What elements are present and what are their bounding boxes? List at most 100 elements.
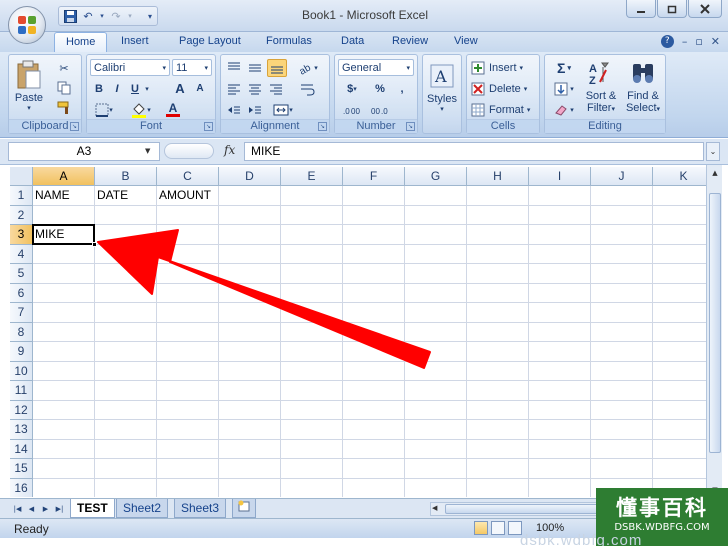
copy-icon[interactable]: [55, 79, 73, 97]
clipboard-launcher-icon[interactable]: ↘: [70, 122, 79, 131]
name-box[interactable]: A3: [8, 142, 160, 161]
redo-icon[interactable]: ↷: [108, 8, 124, 24]
sort-filter-button[interactable]: AZ Sort & Filter▾: [581, 57, 621, 119]
orientation-button[interactable]: ab ▾: [293, 59, 323, 77]
grow-font-button[interactable]: A: [171, 80, 189, 97]
row-header-7[interactable]: 7: [10, 303, 33, 323]
insert-sheet-button[interactable]: [232, 499, 256, 518]
tab-home[interactable]: Home: [54, 32, 108, 53]
fill-color-button[interactable]: ▾: [127, 101, 155, 118]
sheet-tab-sheet3[interactable]: Sheet3: [174, 499, 227, 518]
column-header-a[interactable]: A: [33, 167, 95, 186]
increase-decimal-icon[interactable]: .0 00: [339, 101, 365, 118]
wrap-text-icon[interactable]: [293, 80, 323, 98]
restore-button[interactable]: [657, 0, 687, 18]
scroll-up-icon[interactable]: ▲: [709, 167, 721, 179]
active-cell-outline[interactable]: [32, 224, 97, 247]
column-header-d[interactable]: D: [219, 167, 281, 186]
customize-qat-icon[interactable]: ▾: [142, 8, 158, 24]
borders-button[interactable]: ▾: [91, 101, 117, 118]
align-right-icon[interactable]: [267, 80, 285, 98]
column-header-b[interactable]: B: [95, 167, 157, 186]
close-button[interactable]: [688, 0, 722, 18]
percent-button[interactable]: %: [371, 80, 389, 97]
column-header-f[interactable]: F: [343, 167, 405, 186]
comma-button[interactable]: ,: [393, 80, 411, 97]
row-header-8[interactable]: 8: [10, 322, 33, 342]
align-center-icon[interactable]: [246, 80, 264, 98]
help-icon[interactable]: ?: [660, 35, 674, 48]
underline-dropdown-icon[interactable]: ▾: [143, 80, 151, 97]
format-painter-icon[interactable]: [55, 99, 73, 117]
row-header-5[interactable]: 5: [10, 264, 33, 284]
tab-data[interactable]: Data: [341, 35, 364, 47]
font-launcher-icon[interactable]: ↘: [204, 122, 213, 131]
row-header-9[interactable]: 9: [10, 342, 33, 362]
column-header-i[interactable]: I: [529, 167, 591, 186]
cut-icon[interactable]: ✂: [55, 59, 73, 77]
first-sheet-icon[interactable]: |◀: [12, 503, 23, 515]
column-header-g[interactable]: G: [405, 167, 467, 186]
last-sheet-icon[interactable]: ▶|: [54, 503, 65, 515]
vertical-scrollbar[interactable]: ▲ ▼: [706, 165, 722, 498]
ribbon-restore-icon[interactable]: ▫: [695, 35, 702, 48]
column-header-c[interactable]: C: [157, 167, 219, 186]
font-color-button[interactable]: A: [159, 101, 187, 118]
row-header-10[interactable]: 10: [10, 361, 33, 381]
name-box-dropdown-icon[interactable]: ▼: [145, 147, 150, 155]
cell-a1[interactable]: NAME: [33, 186, 70, 205]
prev-sheet-icon[interactable]: ◀: [26, 503, 37, 515]
number-launcher-icon[interactable]: ↘: [406, 122, 415, 131]
expand-formula-bar-icon[interactable]: ⌄: [706, 142, 720, 161]
fill-button[interactable]: ▾: [549, 80, 579, 98]
next-sheet-icon[interactable]: ▶: [40, 503, 51, 515]
formula-input[interactable]: MIKE: [244, 142, 704, 161]
worksheet-grid[interactable]: ABCDEFGHIJK 1 2 3 4 5 6 7 8 9 10 11 12 13 14 15 16 NAME…: [10, 167, 706, 497]
insert-cells-button[interactable]: Insert ▾: [471, 59, 537, 77]
sheet-tab-test[interactable]: TEST: [70, 499, 115, 518]
column-header-e[interactable]: E: [281, 167, 343, 186]
decrease-indent-icon[interactable]: [225, 101, 243, 119]
format-cells-button[interactable]: Format ▾: [471, 101, 537, 119]
font-family-select[interactable]: Calibri ▾: [90, 59, 170, 76]
row-header-12[interactable]: 12: [10, 400, 33, 420]
bold-button[interactable]: B: [91, 80, 107, 97]
row-header-13[interactable]: 13: [10, 420, 33, 440]
align-left-icon[interactable]: [225, 80, 243, 98]
row-header-2[interactable]: 2: [10, 205, 33, 225]
find-select-button[interactable]: Find & Select▾: [623, 57, 663, 119]
row-header-1[interactable]: 1: [10, 186, 33, 206]
number-format-select[interactable]: General ▾: [338, 59, 414, 76]
horizontal-scroll-thumb[interactable]: [445, 504, 615, 514]
insert-function-button[interactable]: fx: [224, 143, 235, 157]
italic-button[interactable]: I: [109, 80, 125, 97]
align-top-icon[interactable]: [225, 59, 243, 77]
row-header-6[interactable]: 6: [10, 283, 33, 303]
undo-icon[interactable]: ↶: [80, 8, 96, 24]
column-header-h[interactable]: H: [467, 167, 529, 186]
currency-button[interactable]: $ ▾: [339, 80, 365, 97]
row-header-16[interactable]: 16: [10, 478, 33, 497]
office-button[interactable]: [8, 6, 46, 44]
column-header-j[interactable]: J: [591, 167, 653, 186]
tab-page-layout[interactable]: Page Layout: [179, 35, 241, 47]
decrease-decimal-icon[interactable]: 00.0: [367, 101, 393, 118]
select-all-corner[interactable]: [10, 167, 33, 186]
row-header-14[interactable]: 14: [10, 439, 33, 459]
cell-c1[interactable]: AMOUNT: [157, 186, 211, 205]
ribbon-close-icon[interactable]: ✕: [711, 35, 720, 48]
autosum-button[interactable]: Σ ▾: [549, 59, 579, 77]
scroll-left-icon[interactable]: ◀: [432, 504, 437, 512]
tab-insert[interactable]: Insert: [121, 35, 149, 47]
tab-view[interactable]: View: [454, 35, 478, 47]
increase-indent-icon[interactable]: [246, 101, 264, 119]
redo-dropdown-icon[interactable]: ▾: [126, 8, 134, 24]
paste-button[interactable]: Paste ▾: [13, 57, 45, 115]
vertical-scroll-thumb[interactable]: [709, 193, 721, 453]
clear-button[interactable]: ▾: [549, 101, 579, 119]
align-bottom-icon[interactable]: [267, 59, 287, 77]
cell-b1[interactable]: DATE: [95, 186, 128, 205]
tab-formulas[interactable]: Formulas: [266, 35, 312, 47]
fill-handle[interactable]: [92, 241, 97, 247]
row-header-15[interactable]: 15: [10, 459, 33, 479]
